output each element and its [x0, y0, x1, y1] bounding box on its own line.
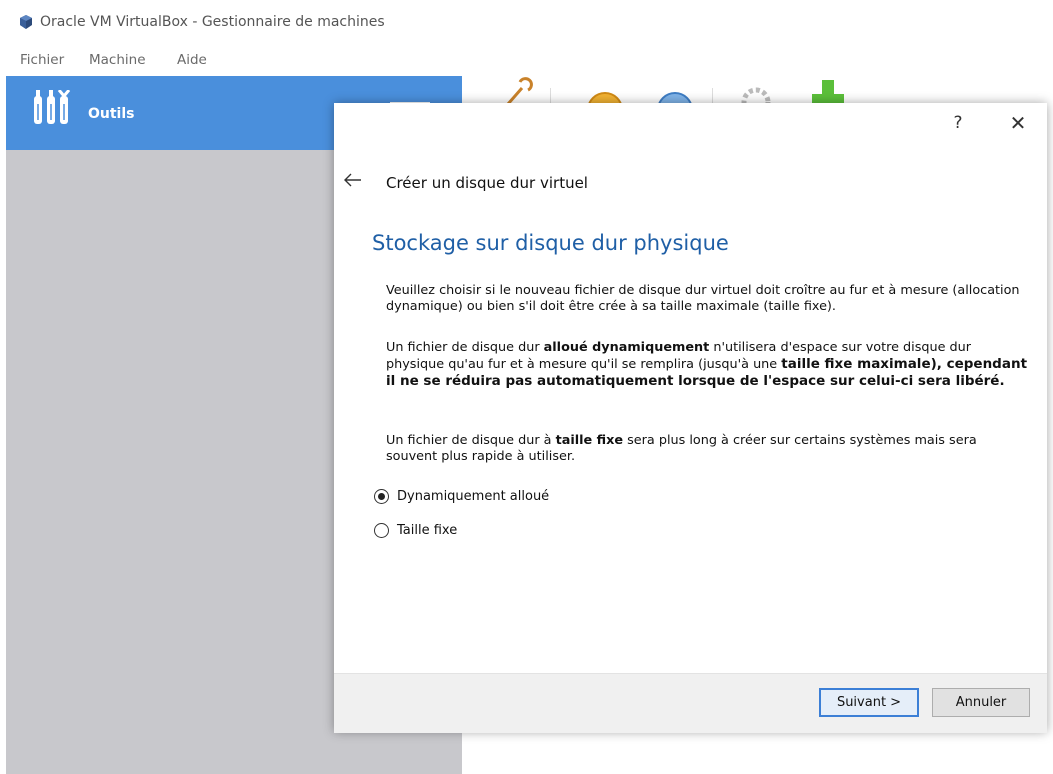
create-disk-dialog: ? ✕ Créer un disque dur virtuel Stockage…	[334, 103, 1047, 733]
menu-aide[interactable]: Aide	[177, 52, 207, 68]
option-fixed[interactable]: Taille fixe	[374, 523, 457, 538]
next-button[interactable]: Suivant >	[819, 688, 919, 717]
text-segment: Un fichier de disque dur	[386, 340, 544, 355]
dynamic-info-paragraph: Un fichier de disque dur alloué dynamiqu…	[386, 340, 1031, 390]
virtualbox-icon	[18, 14, 34, 30]
help-button[interactable]: ?	[946, 113, 970, 133]
option-label: Dynamiquement alloué	[397, 489, 550, 504]
window-title: Oracle VM VirtualBox - Gestionnaire de m…	[40, 14, 385, 30]
window-background	[462, 735, 1053, 774]
back-arrow-icon[interactable]	[344, 171, 362, 192]
fixed-info-paragraph: Un fichier de disque dur à taille fixe s…	[386, 433, 1031, 465]
close-button[interactable]: ✕	[1006, 111, 1030, 135]
radio-dynamic[interactable]	[374, 489, 389, 504]
window-titlebar: Oracle VM VirtualBox - Gestionnaire de m…	[0, 0, 1053, 46]
text-segment: Un fichier de disque dur à	[386, 433, 556, 448]
radio-fixed[interactable]	[374, 523, 389, 538]
tools-icon	[32, 89, 78, 130]
menubar: Fichier Machine Aide	[0, 48, 1053, 72]
bold-term: taille fixe	[555, 433, 624, 448]
wizard-title: Créer un disque dur virtuel	[386, 174, 588, 192]
option-label: Taille fixe	[397, 523, 458, 538]
page-heading: Stockage sur disque dur physique	[372, 231, 729, 255]
option-dynamic[interactable]: Dynamiquement alloué	[374, 489, 549, 504]
cancel-button[interactable]: Annuler	[932, 688, 1030, 717]
dialog-footer: Suivant > Annuler	[334, 673, 1047, 733]
menu-fichier[interactable]: Fichier	[20, 52, 64, 68]
bold-term: alloué dynamiquement	[543, 340, 710, 355]
tools-label: Outils	[88, 106, 135, 122]
description-paragraph: Veuillez choisir si le nouveau fichier d…	[386, 283, 1020, 314]
menu-machine[interactable]: Machine	[89, 52, 146, 68]
